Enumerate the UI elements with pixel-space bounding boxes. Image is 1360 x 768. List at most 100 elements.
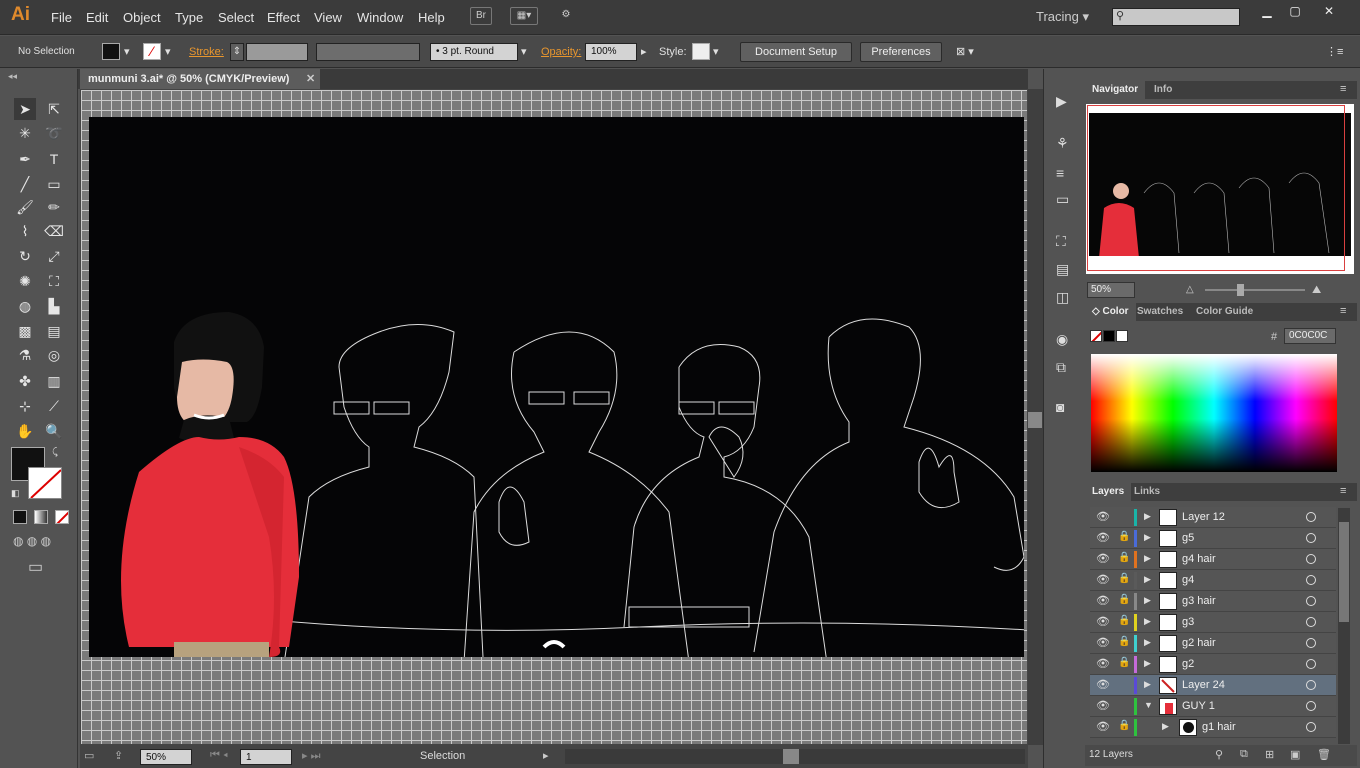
delete-layer-icon[interactable]: 🗑 (1317, 748, 1331, 761)
menu-edit[interactable]: Edit (86, 10, 108, 25)
control-panel-menu-icon[interactable]: ⋮≡ (1326, 45, 1343, 58)
tab-layers[interactable]: Layers (1085, 483, 1132, 501)
layer-name[interactable]: g3 hair (1182, 595, 1216, 607)
layer-name[interactable]: g4 (1182, 574, 1194, 586)
target-circle-icon[interactable] (1306, 638, 1316, 648)
target-circle-icon[interactable] (1306, 575, 1316, 585)
layer-row[interactable]: 👁 🔒 ▶ g2 hair (1090, 633, 1336, 654)
target-circle-icon[interactable] (1306, 533, 1316, 543)
new-layer-icon[interactable]: ▣ (1290, 748, 1300, 761)
close-window-button[interactable]: ✕ (1314, 4, 1344, 20)
artboard-nav-icon[interactable]: ▭ (84, 749, 94, 762)
layers-scrollbar[interactable] (1338, 508, 1350, 744)
tab-color[interactable]: ◇ Color (1085, 303, 1136, 321)
locate-object-icon[interactable]: ⚲ (1215, 748, 1223, 761)
zoom-dropdown[interactable]: 50% (140, 749, 192, 765)
stroke-dropdown-icon[interactable]: ▾ (165, 45, 171, 58)
paintbrush-icon[interactable]: 🖌 (14, 196, 36, 218)
expand-triangle-icon[interactable]: ▶ (1162, 721, 1169, 732)
line-tool-icon[interactable]: ╱ (14, 173, 36, 195)
drawing-modes-icon[interactable]: ◍ ◍ ◍ (13, 534, 69, 550)
lock-icon[interactable]: 🔒 (1118, 552, 1130, 563)
layer-row[interactable]: 👁 🔒 ▶ g3 hair (1090, 591, 1336, 612)
lock-icon[interactable]: 🔒 (1118, 657, 1130, 668)
rotate-tool-icon[interactable]: ↻ (14, 245, 36, 267)
zoom-out-icon[interactable]: △ (1186, 284, 1194, 295)
layer-name[interactable]: g3 (1182, 616, 1194, 628)
fill-dropdown-icon[interactable]: ▾ (124, 45, 130, 58)
visibility-eye-icon[interactable]: 👁 (1096, 636, 1110, 649)
zoom-in-icon[interactable]: ⛰ (1312, 284, 1321, 297)
artboard[interactable] (89, 117, 1024, 657)
next-artboard-icon[interactable]: ▸ ⏭ (302, 749, 320, 763)
scale-tool-icon[interactable]: ⤢ (43, 245, 65, 267)
menu-file[interactable]: File (51, 10, 72, 25)
layer-row[interactable]: 👁 🔒 ▶ g2 (1090, 654, 1336, 675)
vertical-scroll-thumb[interactable] (1028, 412, 1042, 428)
arrange-documents-icon[interactable]: ▦▾ (510, 7, 538, 25)
pathfinder-icon[interactable]: ◫ (1056, 289, 1069, 306)
perspective-grid-icon[interactable]: ▙ (43, 295, 65, 317)
pencil-icon[interactable]: ✏ (43, 196, 65, 218)
gradient-mode-icon[interactable] (34, 510, 48, 524)
target-circle-icon[interactable] (1306, 596, 1316, 606)
play-action-icon[interactable]: ▶ (1056, 93, 1067, 110)
style-dropdown-icon[interactable]: ▾ (713, 45, 719, 58)
layer-row[interactable]: 👁 🔒 ▶ g5 (1090, 528, 1336, 549)
opacity-label[interactable]: Opacity: (541, 46, 581, 58)
gradient-tool-icon[interactable]: ▤ (43, 320, 65, 342)
layer-row[interactable]: 👁 🔒 ▶ g3 (1090, 612, 1336, 633)
navigator-menu-icon[interactable]: ≡ (1340, 83, 1346, 95)
minimize-button[interactable]: ▁ (1252, 4, 1282, 20)
horizontal-scroll-thumb[interactable] (783, 749, 799, 764)
expand-triangle-icon[interactable]: ▶ (1144, 658, 1151, 669)
fill-swatch[interactable] (102, 43, 120, 60)
eraser-icon[interactable]: ⌫ (43, 220, 65, 242)
expand-triangle-icon[interactable]: ▶ (1144, 637, 1151, 648)
lock-icon[interactable]: 🔒 (1118, 573, 1130, 584)
default-colors-icon[interactable]: ◧ (11, 488, 20, 499)
search-input[interactable]: ⚲ (1112, 8, 1240, 26)
lock-icon[interactable]: 🔒 (1118, 720, 1130, 731)
layer-name[interactable]: Layer 12 (1182, 511, 1225, 523)
menu-object[interactable]: Object (123, 10, 161, 25)
color-spectrum[interactable] (1091, 354, 1337, 472)
collapse-triangle-icon[interactable]: ▼ (1144, 700, 1153, 710)
first-artboard-icon[interactable]: ⏮ ◂ (210, 749, 228, 762)
target-circle-icon[interactable] (1306, 617, 1316, 627)
expand-triangle-icon[interactable]: ▶ (1144, 532, 1151, 543)
target-circle-icon[interactable] (1306, 722, 1316, 732)
menu-effect[interactable]: Effect (267, 10, 300, 25)
expand-triangle-icon[interactable]: ▶ (1144, 616, 1151, 627)
expand-triangle-icon[interactable]: ▶ (1144, 574, 1151, 585)
arrange-icon[interactable]: ⊠ ▾ (956, 45, 974, 58)
black-color-chip[interactable] (1103, 330, 1115, 342)
free-transform-icon[interactable]: ⛶ (43, 270, 65, 292)
brush-definition-dropdown[interactable]: • 3 pt. Round (430, 43, 518, 61)
visibility-eye-icon[interactable]: 👁 (1096, 657, 1110, 670)
layer-name[interactable]: g4 hair (1182, 553, 1216, 565)
preferences-button[interactable]: Preferences (860, 42, 942, 62)
stroke-panel-icon[interactable]: ≡ (1056, 165, 1064, 181)
column-graph-icon[interactable]: ▥ (43, 370, 65, 392)
target-circle-icon[interactable] (1306, 701, 1316, 711)
zoom-tool-icon[interactable]: 🔍 (43, 420, 65, 442)
tab-swatches[interactable]: Swatches (1130, 303, 1190, 321)
opacity-arrow-icon[interactable]: ▸ (641, 45, 647, 58)
document-setup-button[interactable]: Document Setup (740, 42, 852, 62)
mesh-tool-icon[interactable]: ▩ (14, 320, 36, 342)
artboard-tool-icon[interactable]: ⊹ (14, 395, 36, 417)
menu-help[interactable]: Help (418, 10, 445, 25)
layer-name[interactable]: g1 hair (1202, 721, 1236, 733)
swap-colors-icon[interactable]: ⤹ (52, 447, 58, 458)
stroke-label[interactable]: Stroke: (189, 46, 224, 58)
rectangle-tool-icon[interactable]: ▭ (43, 173, 65, 195)
target-circle-icon[interactable] (1306, 554, 1316, 564)
slice-tool-icon[interactable]: ⟋ (43, 395, 65, 417)
menu-select[interactable]: Select (218, 10, 254, 25)
opacity-field[interactable]: 100% (585, 43, 637, 61)
layers-menu-icon[interactable]: ≡ (1340, 485, 1346, 497)
layer-name[interactable]: Layer 24 (1182, 679, 1225, 691)
lasso-icon[interactable]: ➰ (43, 122, 65, 144)
visibility-eye-icon[interactable]: 👁 (1096, 552, 1110, 565)
